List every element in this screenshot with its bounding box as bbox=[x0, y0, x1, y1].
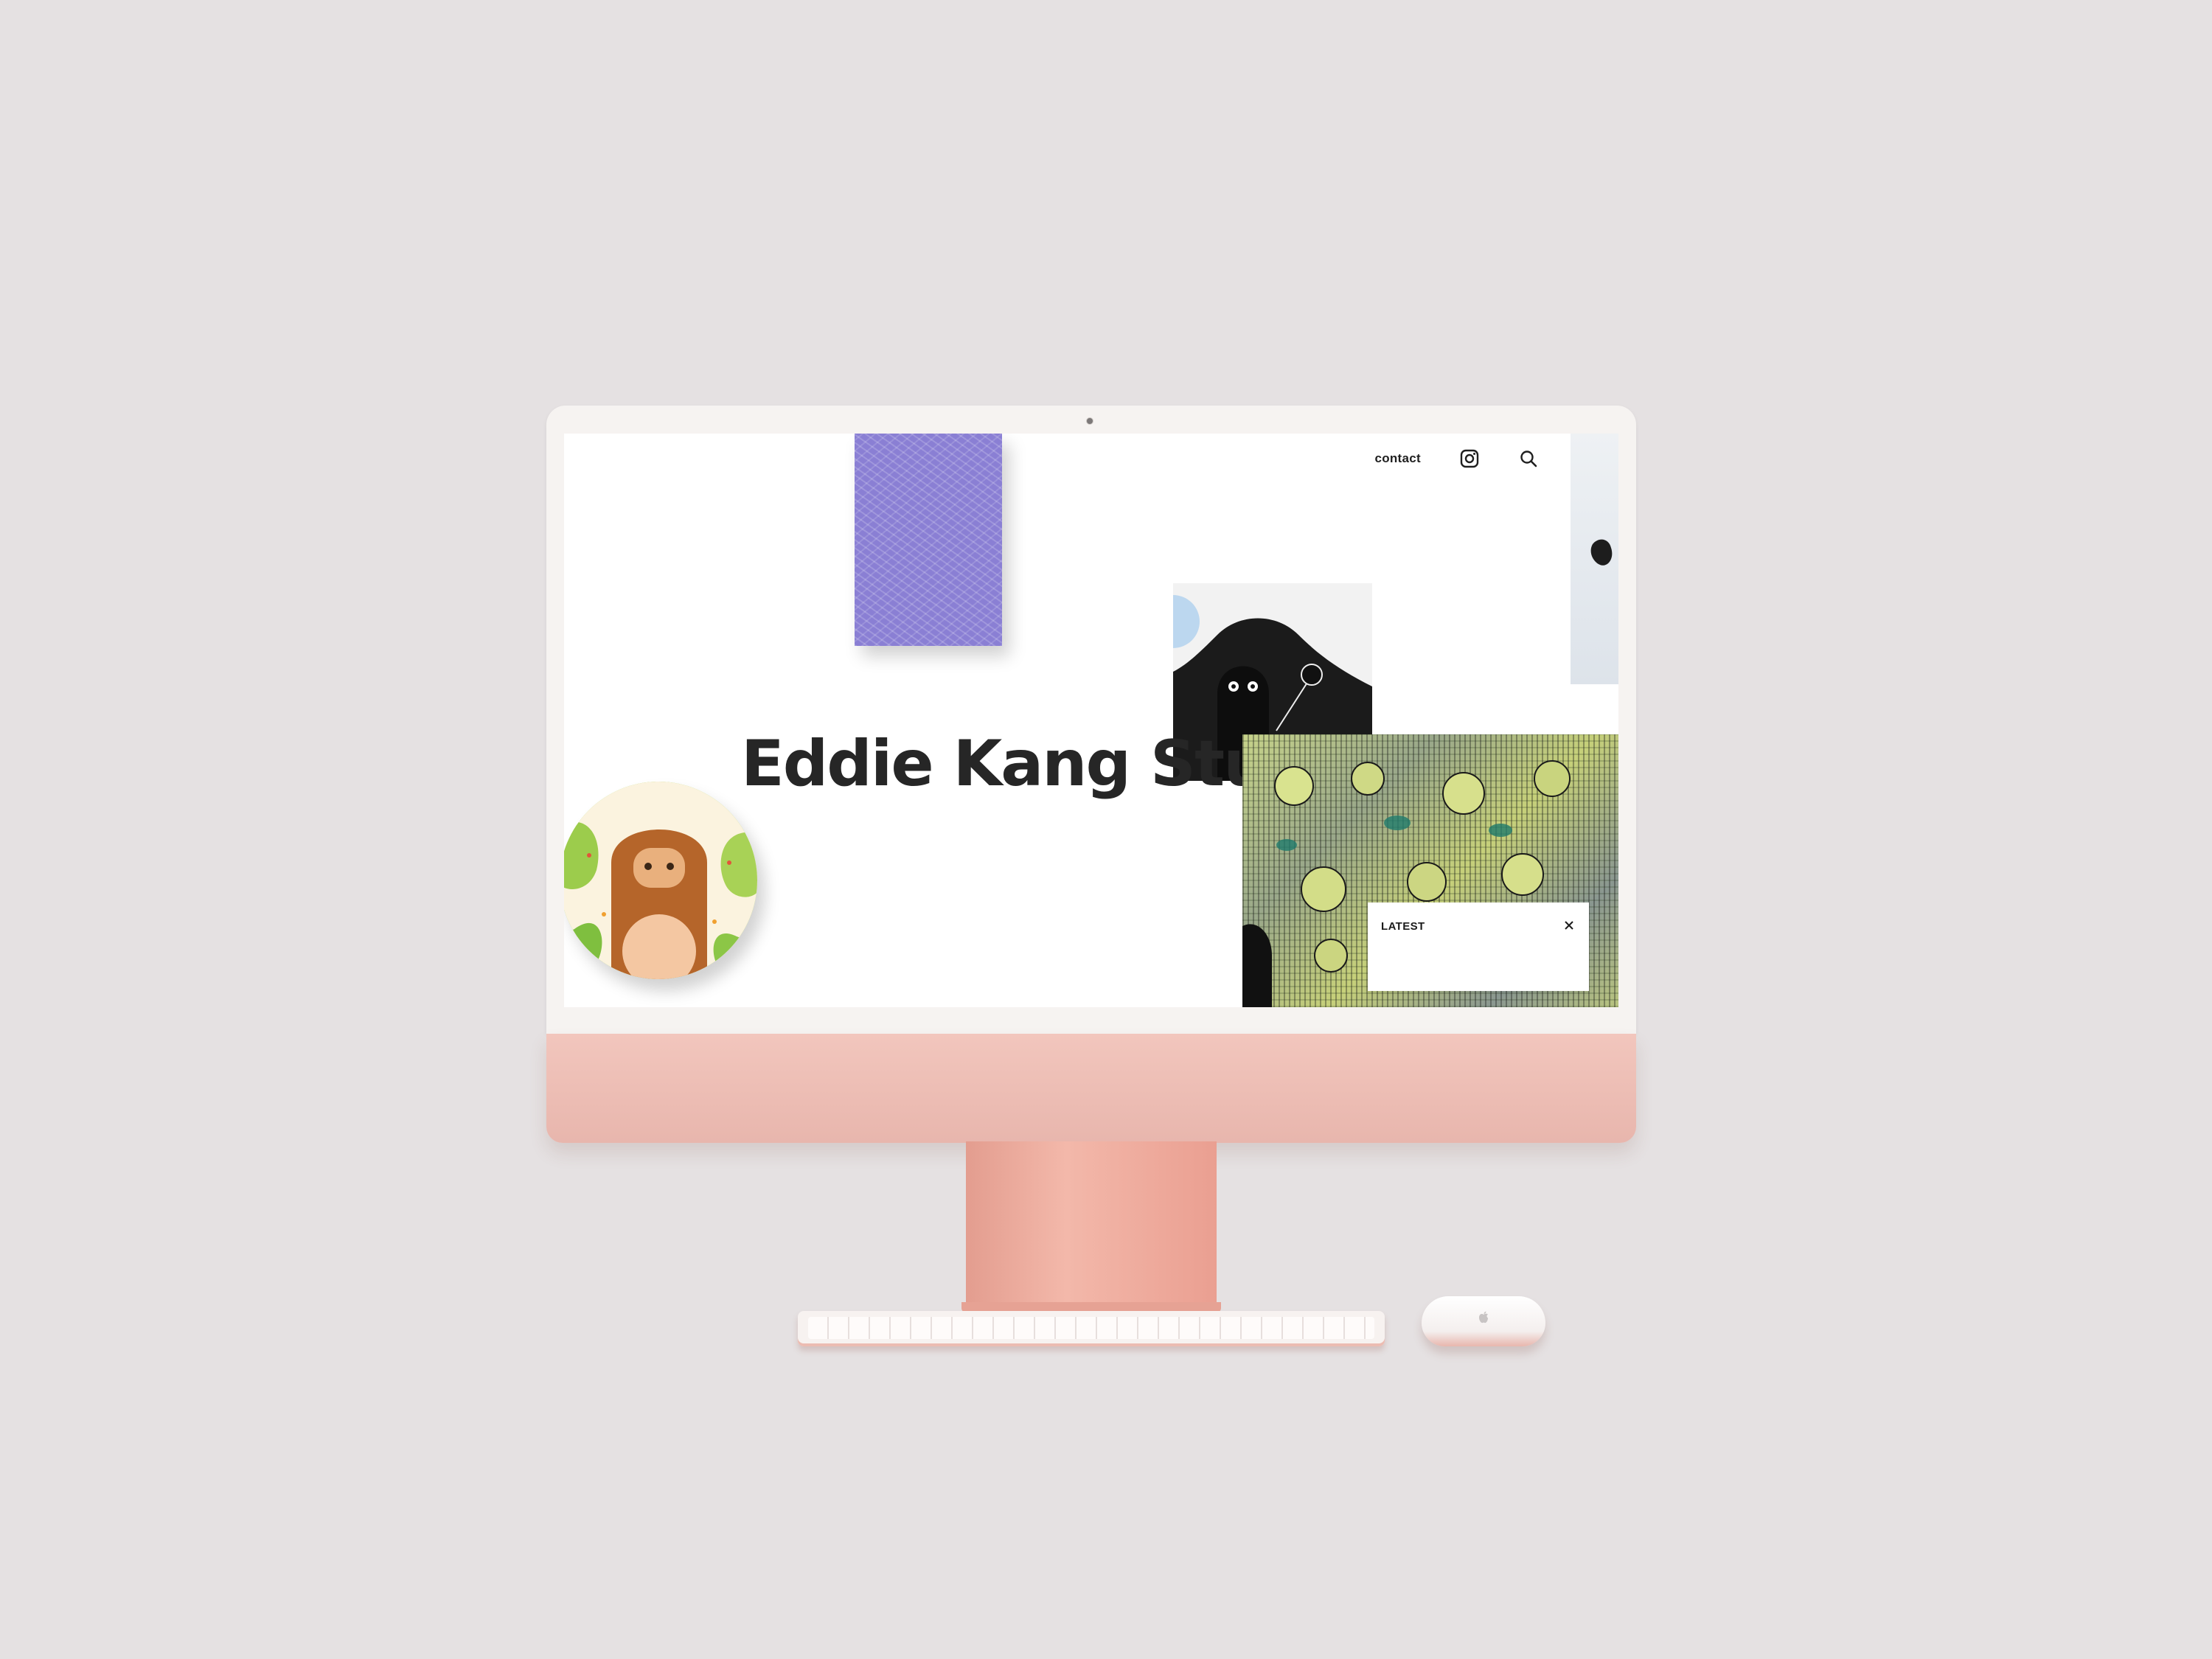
top-navigation: contact bbox=[1374, 448, 1598, 469]
keyboard bbox=[798, 1311, 1385, 1346]
magic-mouse bbox=[1422, 1296, 1545, 1346]
purple-artwork-image[interactable] bbox=[855, 434, 1002, 646]
latest-panel: LATEST bbox=[1368, 902, 1589, 991]
latest-label: LATEST bbox=[1381, 920, 1425, 933]
sliver-artwork-drawing bbox=[1590, 539, 1613, 566]
round-artwork-drawing bbox=[564, 782, 757, 979]
apple-logo-icon bbox=[1479, 1311, 1488, 1324]
instagram-icon[interactable] bbox=[1459, 448, 1480, 469]
imac-device: Eddie Kang Studio contact LATEST bbox=[546, 406, 1636, 1143]
contact-link[interactable]: contact bbox=[1374, 451, 1421, 466]
keyboard-keys bbox=[808, 1317, 1374, 1339]
search-icon[interactable] bbox=[1518, 448, 1539, 469]
website-screen: Eddie Kang Studio contact LATEST bbox=[564, 434, 1618, 1007]
display-bezel: Eddie Kang Studio contact LATEST bbox=[546, 406, 1636, 1034]
imac-stand bbox=[966, 1141, 1217, 1311]
sliver-artwork-image[interactable] bbox=[1571, 434, 1618, 684]
close-icon[interactable] bbox=[1561, 917, 1577, 933]
mockup-scene: Eddie Kang Studio contact LATEST bbox=[0, 0, 2212, 1659]
display-chin bbox=[546, 1034, 1636, 1143]
camera-icon bbox=[1086, 417, 1093, 425]
round-sloth-artwork-image[interactable] bbox=[564, 782, 757, 979]
